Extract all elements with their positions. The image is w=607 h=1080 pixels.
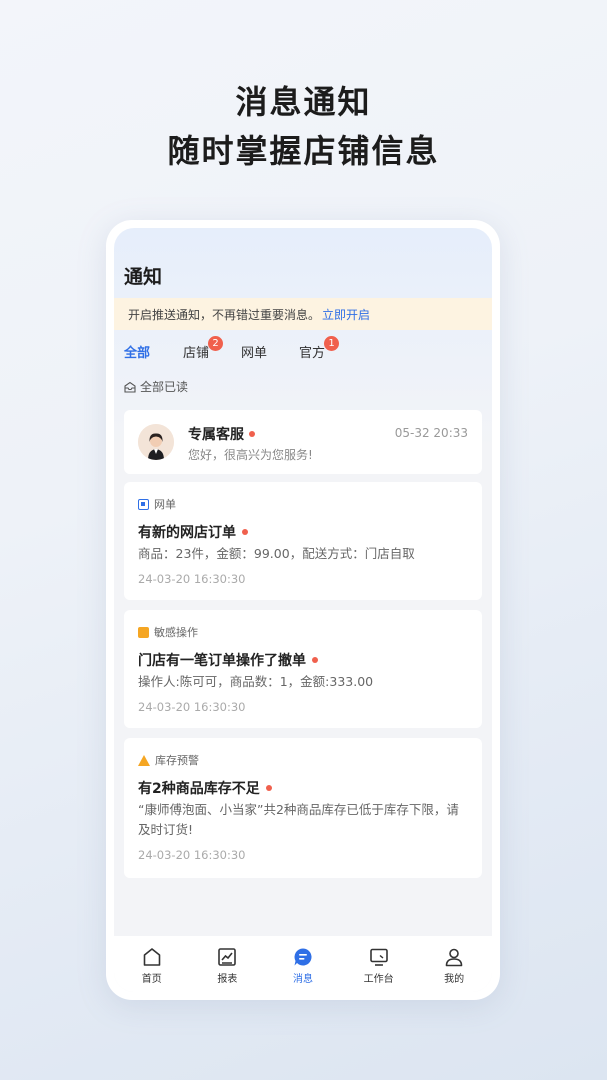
notification-title: 有2种商品库存不足	[138, 778, 272, 798]
notification-title-text: 有2种商品库存不足	[138, 781, 260, 797]
home-icon	[143, 947, 161, 966]
tab-store-badge: 2	[208, 336, 224, 351]
tab-all-label: 全部	[124, 346, 151, 361]
sensitive-operation-icon	[138, 626, 149, 638]
customer-service-card[interactable]: 专属客服 您好，很高兴为您服务! 05-32 20:33	[124, 410, 482, 474]
tabbar-profile-label: 我的	[444, 973, 465, 985]
notification-time: 24-03-20 16:30:30	[138, 700, 246, 714]
report-icon	[218, 947, 237, 966]
unread-dot	[242, 529, 248, 535]
app-screen: 通知 开启推送通知，不再错过重要消息。 立即开启 全部 店铺 2 网单 官方 1	[114, 228, 492, 992]
customer-service-name-text: 专属客服	[188, 427, 244, 443]
mark-all-read-label: 全部已读	[140, 380, 189, 394]
tab-official-label: 官方	[299, 346, 326, 361]
promo-headline: 消息通知 随时掌握店铺信息	[0, 80, 607, 174]
notification-body: 操作人:陈可可，商品数：1，金额:333.00	[138, 674, 374, 689]
phone-frame: 通知 开启推送通知，不再错过重要消息。 立即开启 全部 店铺 2 网单 官方 1	[106, 220, 500, 1000]
notification-title: 门店有一笔订单操作了撤单	[138, 650, 318, 670]
tab-official[interactable]: 官方 1	[299, 336, 340, 361]
notification-body: “康师傅泡面、小当家”共2种商品库存已低于库存下限，请及时订货!	[138, 802, 459, 837]
notification-card[interactable]: 网单 有新的网店订单 商品：23件，金额：99.00，配送方式：门店自取 24-…	[124, 482, 482, 600]
tabbar-home[interactable]: 首页	[122, 946, 182, 985]
tab-online-order[interactable]: 网单	[241, 342, 267, 361]
bottom-tab-bar: 首页 报表 消息 工作台 我的	[114, 936, 492, 992]
tabbar-workbench[interactable]: 工作台	[349, 946, 409, 985]
unread-dot	[265, 785, 272, 791]
mark-all-read-button[interactable]: 全部已读	[124, 378, 188, 395]
profile-icon	[445, 948, 463, 966]
warning-icon	[138, 754, 150, 766]
message-icon	[294, 948, 312, 965]
tab-official-badge: 1	[324, 336, 340, 351]
headline-line-2: 随时掌握店铺信息	[167, 132, 440, 170]
headline-line-1: 消息通知	[235, 83, 372, 121]
tab-all[interactable]: 全部	[124, 342, 150, 361]
notification-title-text: 有新的网店订单	[138, 525, 236, 541]
tabbar-workbench-label: 工作台	[363, 973, 394, 985]
unread-dot	[249, 431, 255, 437]
customer-service-time: 05-32 20:33	[394, 426, 468, 440]
notification-category-label: 网单	[154, 498, 176, 511]
notification-tabs: 全部 店铺 2 网单 官方 1	[114, 336, 492, 366]
workbench-icon	[369, 948, 388, 966]
notification-body: 商品：23件，金额：99.00，配送方式：门店自取	[138, 546, 415, 561]
page-title: 通知	[124, 266, 163, 288]
customer-service-avatar	[138, 424, 174, 460]
notification-category-label: 敏感操作	[154, 626, 198, 639]
customer-service-message: 您好，很高兴为您服务!	[188, 448, 313, 462]
notification-category: 网单	[138, 496, 176, 512]
tab-store[interactable]: 店铺 2	[183, 336, 224, 361]
push-notification-banner: 开启推送通知，不再错过重要消息。 立即开启	[114, 298, 492, 330]
notification-time: 24-03-20 16:30:30	[138, 572, 246, 586]
notification-time: 24-03-20 16:30:30	[138, 848, 246, 862]
tabbar-message-label: 消息	[292, 973, 313, 985]
tabbar-profile[interactable]: 我的	[424, 946, 484, 985]
enable-push-link[interactable]: 立即开启	[322, 306, 370, 323]
tabbar-report[interactable]: 报表	[197, 946, 257, 985]
tab-online-order-label: 网单	[241, 346, 268, 361]
customer-service-name: 专属客服	[188, 424, 255, 444]
notification-title-text: 门店有一笔订单操作了撤单	[138, 653, 306, 669]
notification-category: 敏感操作	[138, 624, 198, 640]
online-order-icon	[138, 498, 149, 510]
notification-category-label: 库存预警	[155, 754, 199, 767]
tabbar-home-label: 首页	[141, 973, 162, 985]
tabbar-report-label: 报表	[217, 973, 238, 985]
tab-store-label: 店铺	[183, 346, 210, 361]
notification-card[interactable]: 库存预警 有2种商品库存不足 “康师傅泡面、小当家”共2种商品库存已低于库存下限…	[124, 738, 482, 878]
push-banner-text: 开启推送通知，不再错过重要消息。	[128, 307, 321, 322]
notification-card[interactable]: 敏感操作 门店有一笔订单操作了撤单 操作人:陈可可，商品数：1，金额:333.0…	[124, 610, 482, 728]
notification-category: 库存预警	[138, 752, 199, 768]
mark-read-icon	[124, 381, 136, 393]
unread-dot	[312, 657, 318, 663]
tabbar-message[interactable]: 消息	[273, 946, 333, 985]
notification-title: 有新的网店订单	[138, 522, 248, 542]
